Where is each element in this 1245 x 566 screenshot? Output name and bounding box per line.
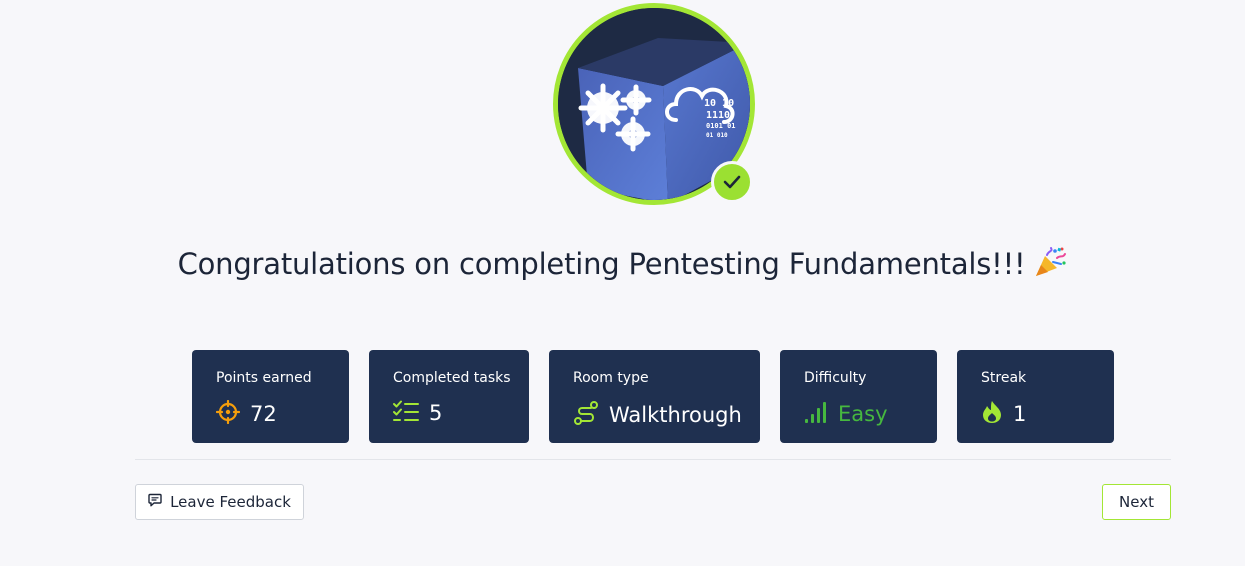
- stat-card-room-type: Room type Walkthrough: [549, 350, 760, 443]
- badge-binary-line: 01 010: [706, 132, 728, 139]
- stat-label: Points earned: [216, 370, 312, 386]
- divider: [135, 459, 1171, 460]
- next-label: Next: [1119, 493, 1154, 511]
- badge-binary-line: 1110: [706, 110, 730, 121]
- crosshair-icon: [215, 399, 241, 428]
- badge-binary-line: 0101 01: [706, 122, 736, 130]
- party-popper-icon: [1033, 246, 1067, 285]
- stat-value: Walkthrough: [609, 403, 742, 427]
- stat-label: Completed tasks: [393, 370, 511, 386]
- stat-value-row: 72: [215, 399, 277, 428]
- stat-value-row: 5: [393, 400, 442, 426]
- stat-card-streak: Streak 1: [957, 350, 1114, 443]
- stat-value-row: 1: [981, 400, 1026, 428]
- room-badge: 10 10 1110 0101 01 01 010: [553, 3, 755, 205]
- stat-value-row: Walkthrough: [573, 400, 742, 430]
- flame-icon: [981, 400, 1003, 428]
- checklist-icon: [393, 400, 419, 426]
- route-icon: [573, 400, 599, 430]
- stat-value: Easy: [838, 402, 888, 426]
- stat-value: 1: [1013, 402, 1027, 426]
- leave-feedback-button[interactable]: Leave Feedback: [135, 484, 304, 520]
- stat-label: Difficulty: [804, 370, 867, 386]
- feedback-icon: [148, 493, 162, 511]
- stat-card-points: Points earned 72: [192, 350, 349, 443]
- completion-heading: Congratulations on completing Pentesting…: [0, 246, 1245, 285]
- stat-value: 5: [429, 401, 443, 425]
- stat-label: Room type: [573, 370, 649, 386]
- completion-title-text: Congratulations on completing Pentesting…: [177, 247, 1026, 281]
- stat-label: Streak: [981, 370, 1027, 386]
- signal-bars-icon: [804, 400, 828, 428]
- stat-value-row: Easy: [804, 400, 888, 428]
- leave-feedback-label: Leave Feedback: [170, 493, 291, 511]
- next-button[interactable]: Next: [1102, 484, 1171, 520]
- completed-check-icon: [711, 161, 753, 203]
- badge-binary-line: 10 10: [704, 98, 734, 109]
- stat-card-difficulty: Difficulty Easy: [780, 350, 937, 443]
- stat-value: 72: [250, 402, 277, 426]
- stat-card-completed-tasks: Completed tasks 5: [369, 350, 529, 443]
